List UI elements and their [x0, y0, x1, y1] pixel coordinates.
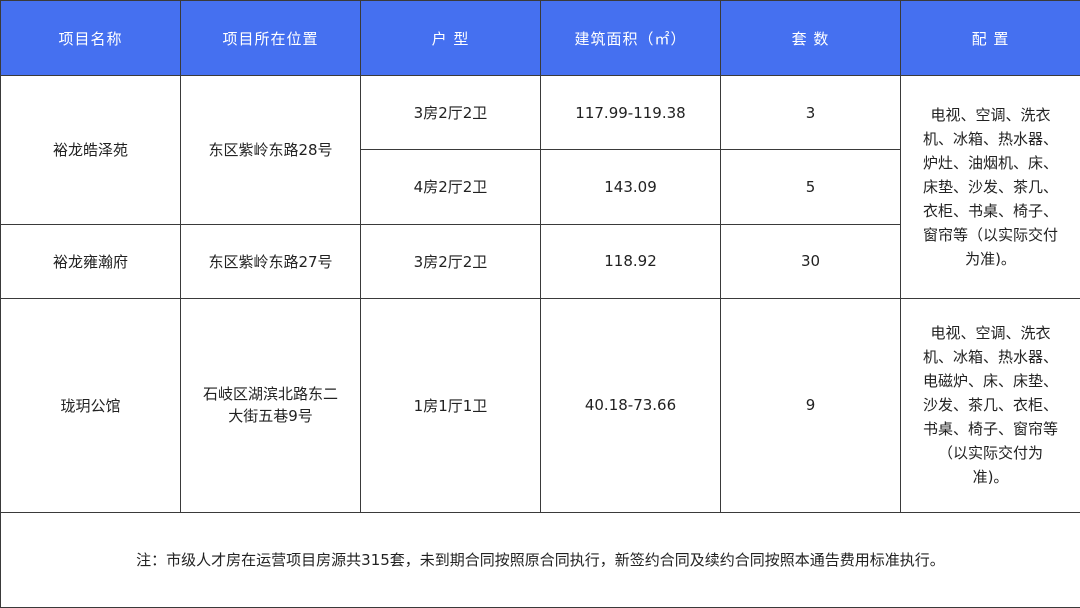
config-line: 为准)。	[965, 249, 1016, 268]
note-row: 注：市级人才房在运营项目房源共315套，未到期合同按照原合同执行，新签约合同及续…	[0, 511, 1080, 608]
project-name: 珑玥公馆	[0, 297, 181, 513]
project-name: 裕龙皓泽苑	[0, 75, 181, 225]
location-line: 石岐区湖滨北路东二	[202, 385, 338, 404]
table-row: 珑玥公馆 石岐区湖滨北路东二 大街五巷9号 1房1厅1卫 40.18-73.66…	[0, 297, 1080, 513]
unit-area: 117.99-119.38	[540, 74, 721, 151]
config-line: 衣柜、书桌、椅子、	[922, 201, 1058, 220]
config-line: 电视、空调、洗衣	[930, 105, 1051, 124]
config-line: 沙发、茶几、衣柜、	[922, 396, 1058, 415]
config-line: 床垫、沙发、茶几、	[922, 177, 1058, 196]
config-line: 准)。	[972, 468, 1009, 487]
config-line: 书桌、椅子、窗帘等	[922, 420, 1058, 439]
unit-area: 143.09	[540, 149, 721, 225]
unit-area: 40.18-73.66	[540, 297, 721, 513]
config-cell-1: 电视、空调、洗衣 机、冰箱、热水器、 炉灶、油烟机、床、 床垫、沙发、茶几、 衣…	[900, 75, 1080, 299]
header-config: 配 置	[900, 0, 1080, 76]
unit-layout: 4房2厅2卫	[360, 149, 541, 225]
table-row: 裕龙皓泽苑 东区紫岭东路28号 3房2厅2卫 117.99-119.38 3 电…	[0, 74, 1080, 299]
housing-table: 项目名称 项目所在位置 户 型 建筑面积（㎡） 套 数 配 置 裕龙皓泽苑 东区…	[0, 0, 1080, 608]
unit-count: 5	[720, 149, 901, 225]
config-line: 电磁炉、床、床垫、	[922, 372, 1058, 391]
unit-layout: 3房2厅2卫	[360, 223, 541, 299]
unit-count: 3	[720, 74, 901, 151]
header-row: 项目名称 项目所在位置 户 型 建筑面积（㎡） 套 数 配 置	[0, 0, 1080, 76]
config-line: 机、冰箱、热水器、	[922, 348, 1058, 367]
header-project-location: 项目所在位置	[180, 0, 361, 76]
config-line: 炉灶、油烟机、床、	[922, 153, 1058, 172]
config-line: 窗帘等（以实际交付	[922, 225, 1058, 244]
header-count: 套 数	[720, 0, 901, 76]
unit-area: 118.92	[540, 223, 721, 299]
config-line: 机、冰箱、热水器、	[922, 129, 1058, 148]
unit-count: 30	[720, 223, 901, 299]
location-line: 大街五巷9号	[228, 407, 313, 426]
config-cell-2: 电视、空调、洗衣 机、冰箱、热水器、 电磁炉、床、床垫、 沙发、茶几、衣柜、 书…	[900, 297, 1080, 513]
config-line: 电视、空调、洗衣	[930, 324, 1051, 343]
unit-layout: 1房1厅1卫	[360, 297, 541, 513]
header-area: 建筑面积（㎡）	[540, 0, 721, 76]
project-location: 石岐区湖滨北路东二 大街五巷9号	[180, 297, 361, 513]
header-layout: 户 型	[360, 0, 541, 76]
project-location: 东区紫岭东路28号	[180, 75, 361, 225]
project-name: 裕龙雍瀚府	[0, 223, 181, 299]
config-line: （以实际交付为	[937, 444, 1043, 463]
unit-count: 9	[720, 297, 901, 513]
project-location: 东区紫岭东路27号	[180, 223, 361, 299]
unit-layout: 3房2厅2卫	[360, 74, 541, 151]
footnote: 注：市级人才房在运营项目房源共315套，未到期合同按照原合同执行，新签约合同及续…	[0, 511, 1080, 608]
header-project-name: 项目名称	[0, 0, 181, 76]
